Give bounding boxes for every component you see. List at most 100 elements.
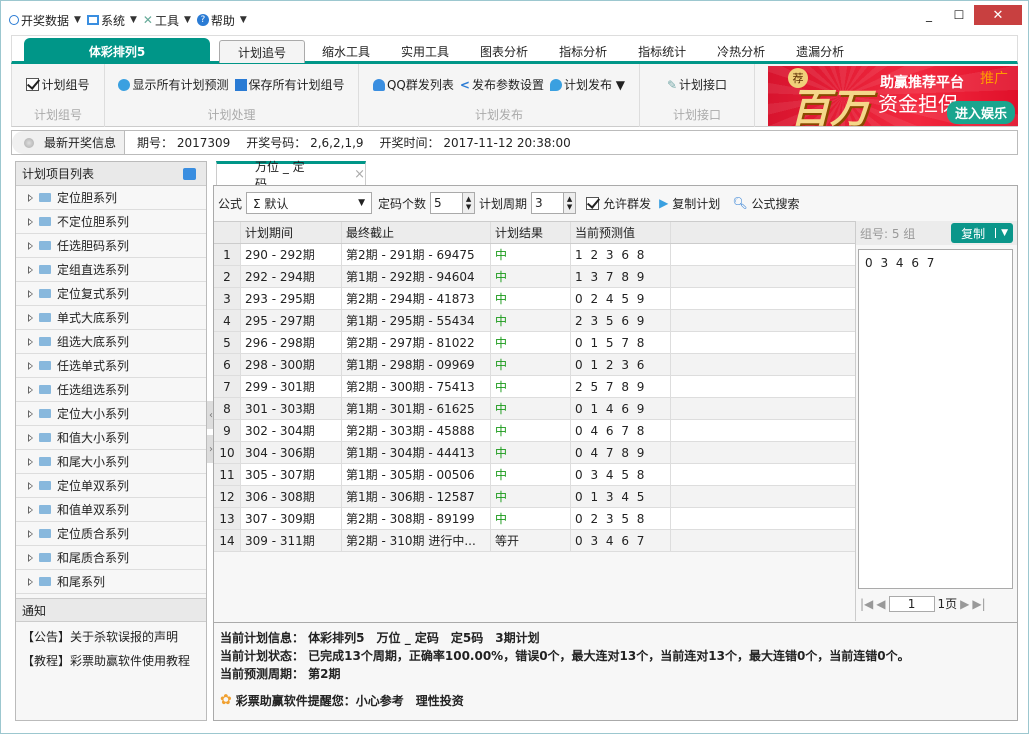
maximize-button[interactable]: ☐ (944, 5, 974, 25)
table-row[interactable]: 12 306 - 308期 第1期 - 306期 - 12587 中 0 1 3 4 5 (214, 486, 855, 508)
tab-reduction-tools[interactable]: 缩水工具 (308, 40, 384, 63)
count-stepper[interactable]: 5 ▲ ▼ (430, 192, 476, 214)
plan-series-item[interactable]: 定组直选系列 (16, 258, 206, 282)
plan-series-item[interactable]: 定位复式系列 (16, 282, 206, 306)
plan-series-item[interactable]: 任选胆码系列 (16, 234, 206, 258)
plan-series-item[interactable]: 定位胆系列 (16, 186, 206, 210)
cycle-stepper[interactable]: 3 ▲ ▼ (531, 192, 577, 214)
page-input[interactable]: 1 (888, 595, 935, 612)
ribbon-group-plan-processing: 显示所有计划预测 保存所有计划组号 计划处理 (105, 64, 359, 127)
plan-publish-dropdown[interactable]: 计划发布 ▼ (549, 76, 625, 93)
table-row[interactable]: 9 302 - 304期 第2期 - 303期 - 45888 中 0 4 6 7 8 (214, 420, 855, 442)
table-row[interactable]: 13 307 - 309期 第2期 - 308期 - 89199 中 0 2 3 5 8 (214, 508, 855, 530)
table-row[interactable]: 3 293 - 295期 第2期 - 294期 - 41873 中 0 2 4 5 9 (214, 288, 855, 310)
plan-interface-button[interactable]: ✎ 计划接口 (667, 76, 727, 93)
table-row[interactable]: 6 298 - 300期 第1期 - 298期 - 09969 中 0 1 2 3 6 (214, 354, 855, 376)
plan-series-item[interactable]: 和尾大小系列 (16, 450, 206, 474)
plan-series-item[interactable]: 和尾系列 (16, 570, 206, 594)
collapse-all-icon[interactable] (183, 167, 196, 180)
menu-help[interactable]: ? 帮助 ▼ (196, 12, 247, 29)
plan-series-item[interactable]: 任选单式系列 (16, 354, 206, 378)
tab-chart-analysis[interactable]: 图表分析 (466, 40, 542, 63)
expand-arrow-icon[interactable] (28, 313, 33, 322)
chevron-down-icon[interactable]: ▼ (995, 228, 1013, 238)
table-row[interactable]: 8 301 - 303期 第1期 - 301期 - 61625 中 0 1 4 6 9 (214, 398, 855, 420)
table-row[interactable]: 1 290 - 292期 第2期 - 291期 - 69475 中 1 2 3 6 8 (214, 244, 855, 266)
table-row[interactable]: 14 309 - 311期 第2期 - 310期 进行中... 等开 0 3 4 6 7 (214, 530, 855, 552)
notice-item[interactable]: 【公告】关于杀软误报的声明 (22, 628, 190, 652)
plan-series-item[interactable]: 和尾质合系列 (16, 546, 206, 570)
expand-arrow-icon[interactable] (28, 457, 33, 466)
table-row[interactable]: 7 299 - 301期 第2期 - 300期 - 75413 中 2 5 7 8 9 (214, 376, 855, 398)
formula-select[interactable]: Σ 默认 ▼ (246, 192, 373, 214)
prev-page-icon[interactable]: ◀ (876, 597, 885, 611)
expand-arrow-icon[interactable] (28, 289, 33, 298)
copy-button[interactable]: 复制 ▼ (951, 223, 1013, 243)
table-row[interactable]: 10 304 - 306期 第1期 - 304期 - 44413 中 0 4 7 8 9 (214, 442, 855, 464)
expand-arrow-icon[interactable] (28, 265, 33, 274)
expand-arrow-icon[interactable] (28, 385, 33, 394)
menu-system[interactable]: 系统 ▼ (86, 12, 137, 29)
ad-enter-button[interactable]: 进入娱乐 (946, 101, 1015, 124)
stepper-arrows-icon[interactable]: ▲ ▼ (462, 193, 475, 213)
expand-arrow-icon[interactable] (28, 433, 33, 442)
close-button[interactable]: ✕ (974, 5, 1022, 25)
col-header[interactable]: 计划结果 (491, 222, 571, 243)
close-tab-icon[interactable]: × (354, 167, 365, 182)
expand-arrow-icon[interactable] (28, 481, 33, 490)
minimize-button[interactable]: _ (914, 5, 944, 25)
last-page-icon[interactable]: ▶| (972, 597, 985, 611)
plan-series-item[interactable]: 定位大小系列 (16, 402, 206, 426)
col-header[interactable]: 最终截止 (342, 222, 491, 243)
expand-arrow-icon[interactable] (28, 217, 33, 226)
first-page-icon[interactable]: |◀ (860, 597, 873, 611)
expand-arrow-icon[interactable] (28, 553, 33, 562)
formula-search-button[interactable]: 公式搜索 (752, 195, 800, 212)
copy-plan-button[interactable]: 复制计划 (672, 195, 720, 212)
expand-arrow-icon[interactable] (28, 337, 33, 346)
plan-series-item[interactable]: 单式大底系列 (16, 306, 206, 330)
ad-banner[interactable]: 荐 百万 助赢推荐平台 资金担保 推广 进入娱乐 (768, 66, 1018, 126)
table-row[interactable]: 4 295 - 297期 第1期 - 295期 - 55434 中 2 3 5 6 9 (214, 310, 855, 332)
expand-arrow-icon[interactable] (28, 241, 33, 250)
plan-series-item[interactable]: 组选大底系列 (16, 330, 206, 354)
expand-arrow-icon[interactable] (28, 529, 33, 538)
lottery-type-tab[interactable]: 体彩排列5 (24, 38, 210, 64)
plan-series-item[interactable]: 定位质合系列 (16, 522, 206, 546)
publish-settings-button[interactable]: < 发布参数设置 (460, 76, 544, 93)
plan-series-item[interactable]: 和值大小系列 (16, 426, 206, 450)
expand-arrow-icon[interactable] (28, 361, 33, 370)
allow-broadcast-checkbox[interactable] (586, 196, 600, 210)
tab-omission-analysis[interactable]: 遗漏分析 (782, 40, 858, 63)
expand-arrow-icon[interactable] (28, 505, 33, 514)
plan-number-checkbox[interactable]: 计划组号 (26, 76, 90, 93)
col-header[interactable]: 当前预测值 (571, 222, 671, 243)
plan-period: 当前预测周期： 第2期 (220, 667, 341, 681)
show-all-predictions-button[interactable]: 显示所有计划预测 (118, 76, 229, 93)
table-row[interactable]: 11 305 - 307期 第1期 - 305期 - 00506 中 0 3 4 5 8 (214, 464, 855, 486)
doc-tab[interactable]: 万位 _ 定码 × (216, 160, 366, 191)
tab-indicator-analysis[interactable]: 指标分析 (545, 40, 621, 63)
menu-lottery-data[interactable]: 开奖数据 ▼ (9, 12, 81, 29)
plan-series-item[interactable]: 任选组选系列 (16, 378, 206, 402)
stepper-arrows-icon[interactable]: ▲ ▼ (563, 193, 576, 213)
expand-arrow-icon[interactable] (28, 577, 33, 586)
notice-item[interactable]: 【教程】彩票助赢软件使用教程 (22, 652, 190, 676)
tab-utilities[interactable]: 实用工具 (387, 40, 463, 63)
save-all-groups-button[interactable]: 保存所有计划组号 (234, 76, 345, 93)
group-result-textbox[interactable]: 0 3 4 6 7 (858, 249, 1013, 589)
table-row[interactable]: 5 296 - 298期 第2期 - 297期 - 81022 中 0 1 5 7 8 (214, 332, 855, 354)
qq-group-list-button[interactable]: QQ群发列表 (372, 76, 454, 93)
expand-arrow-icon[interactable] (28, 193, 33, 202)
plan-series-item[interactable]: 定位单双系列 (16, 474, 206, 498)
menu-tools[interactable]: ✕ 工具 ▼ (143, 12, 191, 29)
expand-arrow-icon[interactable] (28, 409, 33, 418)
tab-plan-tracking[interactable]: 计划追号 (219, 40, 306, 63)
tab-hot-cold-analysis[interactable]: 冷热分析 (703, 40, 779, 63)
plan-series-item[interactable]: 和值单双系列 (16, 498, 206, 522)
plan-series-item[interactable]: 不定位胆系列 (16, 210, 206, 234)
col-header[interactable]: 计划期间 (241, 222, 342, 243)
next-page-icon[interactable]: ▶ (960, 597, 969, 611)
tab-indicator-stats[interactable]: 指标统计 (624, 40, 700, 63)
table-row[interactable]: 2 292 - 294期 第1期 - 292期 - 94604 中 1 3 7 8 9 (214, 266, 855, 288)
